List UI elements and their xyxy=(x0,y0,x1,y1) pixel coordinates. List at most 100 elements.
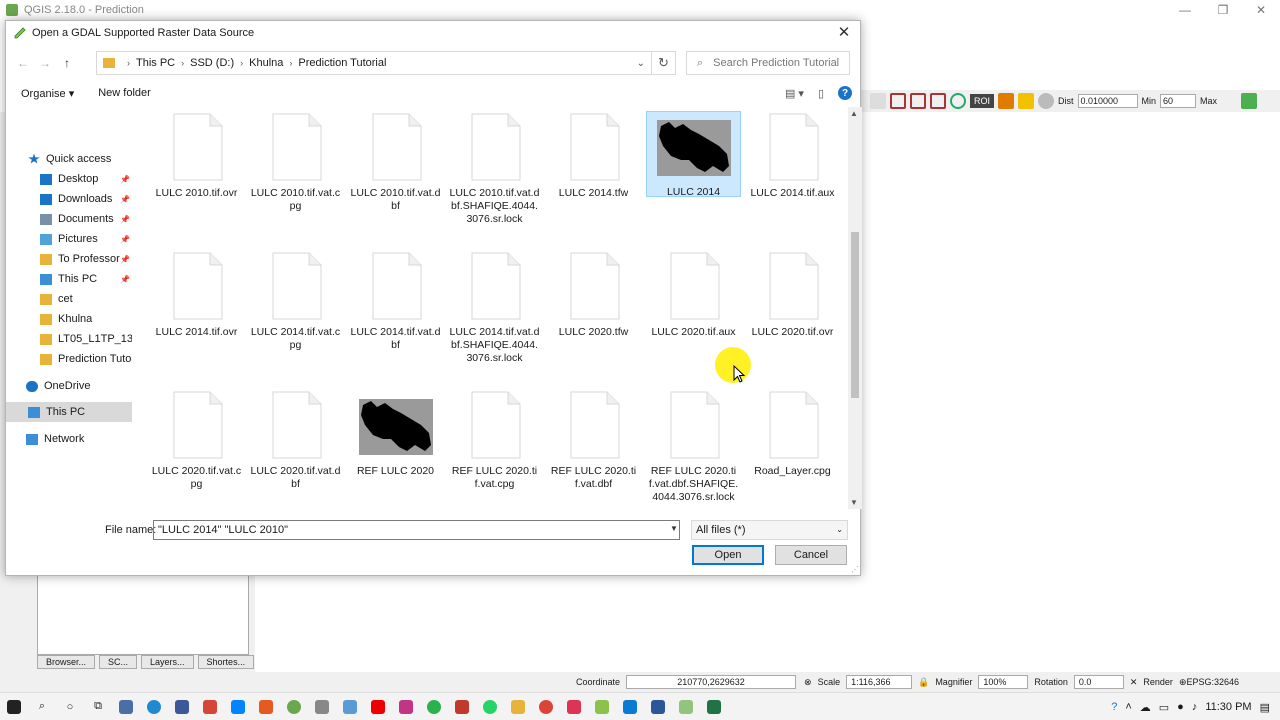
taskbar-app-outlook[interactable] xyxy=(618,695,642,719)
coordinate-input[interactable]: 210770,2629632 xyxy=(626,675,797,689)
taskbar-app-tools[interactable] xyxy=(450,695,474,719)
scale-input[interactable]: 1:116,366 xyxy=(846,675,913,689)
sidebar-item-this-pc[interactable]: This PC 📌 xyxy=(6,269,132,289)
min-input[interactable]: 60 xyxy=(1160,94,1197,108)
taskbar-app-pencil[interactable] xyxy=(590,695,614,719)
sidebar-item-this-pc[interactable]: This PC xyxy=(6,402,132,422)
sidebar-item-desktop[interactable]: Desktop 📌 xyxy=(6,169,132,189)
sidebar-item-to-professor[interactable]: To Professor 📌 xyxy=(6,249,132,269)
network-tray-icon[interactable]: ▭ xyxy=(1159,701,1169,714)
taskbar-app-edge[interactable] xyxy=(142,695,166,719)
taskbar-app-word[interactable] xyxy=(646,695,670,719)
tool-icon-1[interactable] xyxy=(890,93,906,109)
tab-sc[interactable]: SC... xyxy=(99,655,138,669)
address-bar[interactable]: › This PC › SSD (D:) › Khulna › Predicti… xyxy=(96,51,652,75)
toolbar-dropdown-icon[interactable] xyxy=(870,93,886,109)
taskbar-app-instagram[interactable] xyxy=(394,695,418,719)
sidebar-item-onedrive[interactable]: OneDrive xyxy=(6,376,132,396)
magnifier-input[interactable]: 100% xyxy=(978,675,1029,689)
mic-tray-icon[interactable]: ● xyxy=(1177,701,1184,713)
taskbar-app-1[interactable] xyxy=(114,695,138,719)
taskbar-app-whatsapp[interactable] xyxy=(478,695,502,719)
rotation-input[interactable]: 0.0 xyxy=(1073,675,1124,689)
taskbar-app-facebook[interactable] xyxy=(170,695,194,719)
roi-tool-icon[interactable] xyxy=(998,93,1015,109)
file-item[interactable]: REF LULC 2020 xyxy=(348,391,443,478)
file-name-chevron-icon[interactable]: ▼ xyxy=(670,524,678,533)
file-item[interactable]: LULC 2020.tif.aux xyxy=(646,252,741,339)
sidebar-item-pictures[interactable]: Pictures 📌 xyxy=(6,229,132,249)
dist-input[interactable]: 0.010000 xyxy=(1077,94,1138,108)
file-item[interactable]: REF LULC 2020.tif.vat.cpg xyxy=(447,391,542,491)
roi-button[interactable]: ROI xyxy=(970,94,995,108)
up-arrow-icon[interactable]: ↑ xyxy=(56,52,78,74)
open-button[interactable]: Open xyxy=(692,545,764,565)
chevron-up-icon[interactable]: ˄ xyxy=(1125,701,1131,713)
redo-icon[interactable] xyxy=(1038,93,1055,109)
file-name-input[interactable]: "LULC 2014" "LULC 2010" xyxy=(153,520,680,540)
file-item[interactable]: LULC 2020.tfw xyxy=(546,252,641,339)
taskbar-app-explorer[interactable] xyxy=(506,695,530,719)
file-item[interactable]: LULC 2014.tif.ovr xyxy=(149,252,244,339)
file-item[interactable]: LULC 2014.tif.vat.cpg xyxy=(248,252,343,352)
tool-icon-2[interactable] xyxy=(910,93,926,109)
render-toggle-icon[interactable]: ⊗ xyxy=(804,677,812,688)
maximize-icon[interactable]: ❐ xyxy=(1204,0,1242,20)
file-item[interactable]: LULC 2014.tif.vat.dbf.SHAFIQE.4044.3076.… xyxy=(447,252,542,365)
cancel-button[interactable]: Cancel xyxy=(775,545,847,565)
clock[interactable]: 11:30 PM xyxy=(1205,701,1251,713)
breadcrumb-this-pc[interactable]: This PC xyxy=(136,57,175,69)
file-item[interactable]: Road_Layer.cpg xyxy=(745,391,840,478)
file-type-select[interactable]: All files (*) ⌄ xyxy=(691,520,848,540)
volume-tray-icon[interactable]: ♪ xyxy=(1192,701,1198,713)
refresh-icon[interactable]: ↻ xyxy=(652,51,676,75)
help-tray-icon[interactable]: ? xyxy=(1111,701,1117,713)
file-item[interactable]: LULC 2010.tif.vat.dbf.SHAFIQE.4044.3076.… xyxy=(447,113,542,226)
back-arrow-icon[interactable]: ← xyxy=(12,52,34,74)
notification-icon[interactable]: ▤ xyxy=(1260,701,1270,714)
sidebar-item-documents[interactable]: Documents 📌 xyxy=(6,209,132,229)
sidebar-item-khulna[interactable]: Khulna xyxy=(6,309,132,329)
search-box[interactable]: ⌕ Search Prediction Tutorial xyxy=(686,51,850,75)
add-roi-icon[interactable] xyxy=(1018,93,1035,109)
file-item[interactable]: LULC 2020.tif.ovr xyxy=(745,252,840,339)
breadcrumb-khulna[interactable]: Khulna xyxy=(249,57,283,69)
table-icon[interactable] xyxy=(1241,93,1258,109)
vertical-scrollbar[interactable]: ▲ ▼ xyxy=(848,107,862,509)
search-taskbar-button[interactable]: ⌕ xyxy=(30,695,54,719)
file-item[interactable]: LULC 2020.tif.vat.cpg xyxy=(149,391,244,491)
tool-icon-3[interactable] xyxy=(930,93,946,109)
render-checkbox-icon[interactable]: ✕ xyxy=(1130,677,1138,688)
taskbar-app-chat[interactable] xyxy=(422,695,446,719)
lock-icon[interactable]: 🔒 xyxy=(918,677,929,688)
help-icon[interactable]: ? xyxy=(838,86,852,100)
taskbar-app-messenger[interactable] xyxy=(226,695,250,719)
minimize-icon[interactable]: — xyxy=(1166,0,1204,20)
scroll-down-icon[interactable]: ▼ xyxy=(850,498,858,507)
file-item[interactable]: LULC 2014.tif.vat.dbf xyxy=(348,252,443,352)
sidebar-item-network[interactable]: Network xyxy=(6,429,132,449)
close-window-icon[interactable]: ✕ xyxy=(1242,0,1280,20)
breadcrumb-prediction-tutorial[interactable]: Prediction Tutorial xyxy=(298,57,386,69)
taskbar-app-excel[interactable] xyxy=(702,695,726,719)
taskbar-app-qgis[interactable] xyxy=(282,695,306,719)
forward-arrow-icon[interactable]: → xyxy=(34,52,56,74)
tab-shortest[interactable]: Shortes... xyxy=(197,655,255,669)
new-folder-button[interactable]: New folder xyxy=(98,87,151,99)
cortana-button[interactable]: ○ xyxy=(58,695,82,719)
tab-layers[interactable]: Layers... xyxy=(141,655,194,669)
breadcrumb-ssd[interactable]: SSD (D:) xyxy=(190,57,234,69)
crs-globe-icon[interactable]: ⊕ xyxy=(1179,677,1187,688)
taskbar-app-gmail[interactable] xyxy=(198,695,222,719)
close-icon[interactable]: ✕ xyxy=(834,23,854,43)
sidebar-item-lt05-l1tp-137044[interactable]: LT05_L1TP_137044_ xyxy=(6,329,132,349)
file-item[interactable]: REF LULC 2020.tif.vat.dbf xyxy=(546,391,641,491)
taskbar-app-chrome[interactable] xyxy=(534,695,558,719)
file-item[interactable]: LULC 2014 xyxy=(646,111,741,198)
sidebar-item-cet[interactable]: cet xyxy=(6,289,132,309)
file-item[interactable]: LULC 2020.tif.vat.dbf xyxy=(248,391,343,491)
crs-label[interactable]: EPSG:32646 xyxy=(1186,677,1239,687)
cloud-tray-icon[interactable]: ☁ xyxy=(1140,701,1151,714)
file-item[interactable]: LULC 2010.tif.vat.cpg xyxy=(248,113,343,213)
taskbar-app-youtube[interactable] xyxy=(366,695,390,719)
